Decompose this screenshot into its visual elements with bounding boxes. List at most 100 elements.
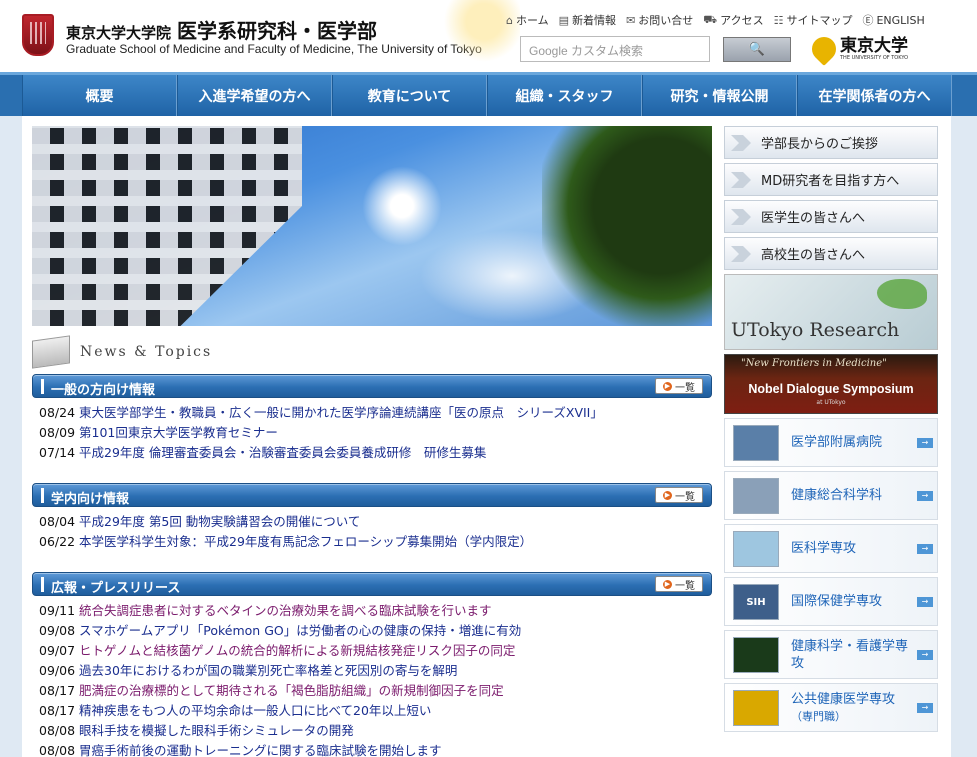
global-nav-item-5[interactable]: 在学関係者の方へ [797, 75, 952, 116]
news-link[interactable]: 平成29年度 倫理審査委員会・治験審査委員会委員養成研修 研修生募集 [79, 443, 486, 463]
utility-link-0[interactable]: ⌂ ホーム [506, 12, 549, 28]
sidebar-link-0[interactable]: 学部長からのご挨拶 [724, 126, 938, 159]
news-date: 09/07 [39, 643, 76, 658]
department-link-2[interactable]: 医科学専攻 → [724, 524, 938, 573]
news-section: 学内向け情報 ▶ 一覧 08/04 平成29年度 第5回 動物実験講習会の開催について 0… [32, 483, 712, 552]
ginkgo-leaf-icon [807, 31, 841, 66]
department-link-5[interactable]: 公共健康医学専攻 （専門職） → [724, 683, 938, 732]
utility-link-1[interactable]: ▤ 新着情報 [559, 12, 616, 28]
news-date: 07/14 [39, 445, 76, 460]
global-nav-item-1[interactable]: 入進学希望の方へ [177, 75, 332, 116]
news-date: 09/11 [39, 603, 76, 618]
department-links: 医学部附属病院 → 健康総合科学科 → 医科学専攻 → SIH 国際保健学専攻 → 健康科学・看護… [724, 418, 938, 732]
news-heading-text: News & Topics [80, 344, 213, 360]
news-date: 08/08 [39, 743, 76, 757]
global-nav-item-3[interactable]: 組織・スタッフ [487, 75, 642, 116]
utility-link-2[interactable]: ✉ お問い合せ [626, 12, 693, 28]
news-item: 09/08 スマホゲームアプリ「Pokémon GO」は労働者の心の健康の保持・増… [32, 621, 712, 641]
news-heading: News & Topics [32, 335, 213, 369]
view-all-label: 一覧 [675, 580, 695, 592]
hero-image [32, 126, 712, 326]
department-link-4[interactable]: 健康科学・看護学専攻 → [724, 630, 938, 679]
arrow-right-icon [731, 135, 751, 151]
department-link-0[interactable]: 医学部附属病院 → [724, 418, 938, 467]
news-item: 06/22 本学医学科学生対象：平成29年度有馬記念フェローシップ募集開始（学内限… [32, 532, 712, 552]
news-date: 06/22 [39, 534, 76, 549]
news-link[interactable]: 本学医学科学生対象：平成29年度有馬記念フェローシップ募集開始（学内限定） [79, 532, 532, 552]
english-icon: Ⓔ [862, 14, 874, 27]
utility-link-5[interactable]: Ⓔ ENGLISH [862, 12, 924, 28]
utokyo-logo-text: 東京大学 [840, 36, 908, 56]
department-thumbnail [733, 636, 779, 673]
department-label: 国際保健学専攻 [791, 593, 911, 610]
faculty-label: 医学系研究科・医学部 [177, 19, 378, 43]
utility-link-label: ENGLISH [876, 13, 925, 27]
news-link[interactable]: 胃癌手術前後の運動トレーニングに関する臨床試験を開始します [79, 741, 442, 757]
site-header: 東京大学大学院 医学系研究科・医学部 Graduate School of Med… [0, 0, 977, 72]
university-label: 東京大学大学院 [66, 24, 172, 42]
nobel-banner-tagline: "New Frontiers in Medicine" [741, 358, 887, 369]
department-link-1[interactable]: 健康総合科学科 → [724, 471, 938, 520]
nobel-banner-title: Nobel Dialogue Symposium [748, 382, 914, 396]
news-document-icon: ▤ [558, 13, 570, 27]
arrow-right-icon: ▶ [663, 381, 672, 391]
arrow-right-icon: → [917, 650, 933, 660]
news-item: 07/14 平成29年度 倫理審査委員会・治験審査委員会委員養成研修 研修生募集 [32, 443, 712, 463]
search-input[interactable]: Google カスタム検索 [520, 36, 710, 62]
department-name: 国際保健学専攻 [791, 594, 883, 609]
department-link-3[interactable]: SIH 国際保健学専攻 → [724, 577, 938, 626]
utility-link-4[interactable]: ☷ サイトマップ [774, 12, 853, 28]
news-link[interactable]: ヒトゲノムと結核菌ゲノムの統合的解析による新規結核発症リスク因子の同定 [79, 641, 515, 661]
sidebar-link-label: MD研究者を目指す方へ [761, 174, 900, 189]
search-icon: 🔍 [748, 42, 766, 57]
department-label: 公共健康医学専攻 （専門職） [791, 691, 911, 725]
arrow-right-icon [731, 172, 751, 188]
news-list: 09/11 統合失調症患者に対するベタインの治療効果を調べる臨床試験を行います 09… [32, 596, 712, 757]
global-nav-item-2[interactable]: 教育について [332, 75, 487, 116]
news-link[interactable]: 統合失調症患者に対するベタインの治療効果を調べる臨床試験を行います [79, 601, 492, 621]
news-date: 09/06 [39, 663, 76, 678]
sitemap-icon: ☷ [773, 13, 784, 27]
view-all-button[interactable]: ▶ 一覧 [655, 487, 703, 503]
news-item: 08/17 肥満症の治療標的として期待される「褐色脂肪組織」の新規制御因子を同定 [32, 681, 712, 701]
arrow-right-icon: → [917, 491, 933, 501]
site-title[interactable]: 東京大学大学院 医学系研究科・医学部 [66, 15, 377, 44]
news-link[interactable]: 平成29年度 第5回 動物実験講習会の開催について [79, 512, 360, 532]
envelope-icon: ✉ [626, 13, 636, 27]
news-item: 08/08 胃癌手術前後の運動トレーニングに関する臨床試験を開始します [32, 741, 712, 757]
global-nav-item-4[interactable]: 研究・情報公開 [642, 75, 797, 116]
news-section-header: 一般の方向け情報 ▶ 一覧 [32, 374, 712, 398]
home-icon: ⌂ [506, 13, 513, 27]
sidebar-link-label: 高校生の皆さんへ [761, 248, 866, 263]
news-section-title: 学内向け情報 [51, 492, 130, 507]
sidebar-link-3[interactable]: 高校生の皆さんへ [724, 237, 938, 270]
news-link[interactable]: 眼科手技を模擬した眼科手術シミュレータの開発 [79, 721, 354, 741]
utility-link-3[interactable]: ⛟ アクセス [703, 12, 763, 28]
news-link[interactable]: 肥満症の治療標的として期待される「褐色脂肪組織」の新規制御因子を同定 [79, 681, 504, 701]
arrow-right-icon: → [917, 438, 933, 448]
utility-link-label: サイトマップ [786, 14, 853, 27]
sidebar-link-2[interactable]: 医学生の皆さんへ [724, 200, 938, 233]
view-all-button[interactable]: ▶ 一覧 [655, 378, 703, 394]
news-link[interactable]: 東大医学部学生・教職員・広く一般に開かれた医学序論連続講座「医の原点 シリーズX… [79, 403, 603, 423]
utokyo-logo[interactable]: 東京大学 THE UNIVERSITY OF TOKYO [807, 31, 908, 66]
utokyo-research-banner[interactable]: UTokyo Research [724, 274, 938, 350]
department-name: 健康科学・看護学専攻 [791, 638, 909, 671]
department-thumbnail [733, 689, 779, 726]
news-date: 08/08 [39, 723, 76, 738]
news-link[interactable]: 精神疾患をもつ人の平均余命は一般人口に比べて20年以上短い [79, 701, 431, 721]
news-item: 08/24 東大医学部学生・教職員・広く一般に開かれた医学序論連続講座「医の原点 … [32, 403, 712, 423]
view-all-button[interactable]: ▶ 一覧 [655, 576, 703, 592]
news-link[interactable]: 過去30年におけるわが国の職業別死亡率格差と死因別の寄与を解明 [79, 661, 457, 681]
global-nav-item-0[interactable]: 概要 [22, 75, 177, 116]
nobel-banner-sub: at UTokyo [816, 399, 846, 406]
nobel-symposium-banner[interactable]: "New Frontiers in Medicine" Nobel Dialog… [724, 354, 938, 414]
news-section-title: 広報・プレスリリース [51, 581, 181, 596]
university-crest-logo[interactable] [22, 14, 54, 56]
sidebar-link-1[interactable]: MD研究者を目指す方へ [724, 163, 938, 196]
arrow-right-icon: → [917, 597, 933, 607]
news-link[interactable]: スマホゲームアプリ「Pokémon GO」は労働者の心の健康の保持・増進に有効 [79, 621, 521, 641]
news-link[interactable]: 第101回東京大学医学教育セミナー [79, 423, 278, 443]
search-button[interactable]: 🔍 [723, 37, 791, 62]
news-section: 広報・プレスリリース ▶ 一覧 09/11 統合失調症患者に対するベタインの治療効果を調… [32, 572, 712, 757]
